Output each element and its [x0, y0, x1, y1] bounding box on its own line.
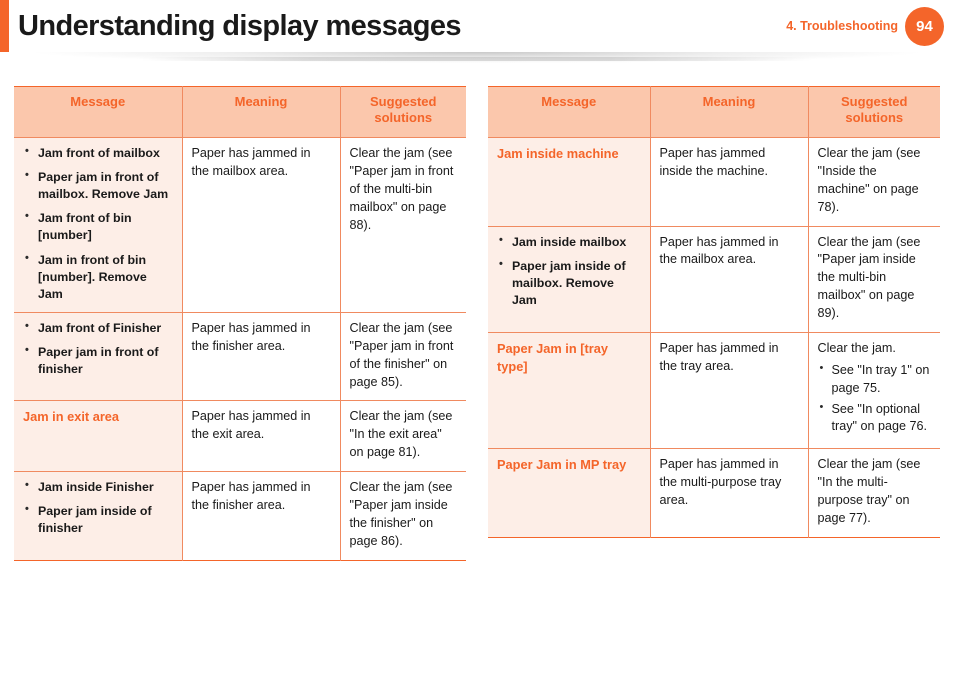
meaning-text: Paper has jammed in the multi-purpose tr…	[659, 457, 782, 507]
table-row: Jam inside Finisher Paper jam inside of …	[14, 471, 466, 560]
message-list: Jam inside mailbox Paper jam inside of m…	[497, 232, 641, 309]
solution-text: Clear the jam (see "In the multi-purpose…	[817, 457, 921, 525]
cell-meaning: Paper has jammed inside the machine.	[649, 137, 809, 227]
cell-solution: Clear the jam. See "In tray 1" on page 7…	[807, 332, 940, 450]
solution-text: Clear the jam (see "Paper jam inside the…	[349, 480, 453, 548]
cell-solution: Clear the jam (see "Paper jam in front o…	[339, 137, 466, 313]
list-item: See "In tray 1" on page 75.	[818, 361, 932, 398]
list-item: Paper jam inside of finisher	[23, 502, 173, 537]
meaning-text: Paper has jammed in the mailbox area.	[191, 146, 311, 178]
list-item: Paper jam inside of mailbox. Remove Jam	[497, 257, 641, 309]
message-text: Paper Jam in [tray type]	[497, 340, 608, 374]
solution-list: See "In tray 1" on page 75. See "In opti…	[818, 361, 932, 437]
list-item: Jam inside Finisher	[23, 478, 173, 496]
message-text: Paper Jam in MP tray	[497, 457, 627, 473]
list-item: See "In optional tray" on page 76.	[818, 400, 932, 437]
message-text: Jam inside machine	[497, 146, 619, 161]
table-row: Paper Jam in [tray type] Paper has jamme…	[488, 332, 940, 450]
cell-solution: Clear the jam (see "Inside the machine" …	[807, 137, 940, 227]
cell-meaning: Paper has jammed in the multi-purpose tr…	[649, 448, 809, 538]
display-messages-table-left: Message Meaning Suggested solutions Jam …	[14, 86, 466, 561]
solution-text: Clear the jam (see "Paper jam in front o…	[349, 320, 454, 389]
cell-message: Jam inside mailbox Paper jam inside of m…	[488, 226, 651, 333]
cell-meaning: Paper has jammed in the mailbox area.	[181, 137, 341, 313]
cell-meaning: Paper has jammed in the finisher area.	[181, 312, 341, 402]
message-list: Jam inside Finisher Paper jam inside of …	[23, 478, 173, 537]
table-row: Paper Jam in MP tray Paper has jammed in…	[488, 448, 940, 538]
cell-solution: Clear the jam (see "Paper jam in front o…	[339, 312, 466, 402]
cell-message: Jam front of Finisher Paper jam in front…	[14, 312, 183, 402]
column-header-solutions: Suggested solutions	[807, 86, 940, 138]
meaning-text: Paper has jammed in the mailbox area.	[659, 234, 779, 267]
solution-text: Clear the jam (see "Paper jam inside the…	[817, 234, 921, 321]
meaning-text: Paper has jammed in the tray area.	[659, 340, 779, 373]
cell-solution: Clear the jam (see "Paper jam inside the…	[339, 471, 466, 560]
list-item: Jam front of bin [number]	[23, 209, 173, 244]
solution-lead-text: Clear the jam.	[817, 340, 896, 355]
table-row: Jam in exit area Paper has jammed in the…	[14, 400, 466, 472]
solution-text: Clear the jam (see "Paper jam in front o…	[349, 146, 454, 232]
column-header-meaning: Meaning	[649, 86, 809, 138]
display-messages-table-right: Message Meaning Suggested solutions Jam …	[488, 86, 940, 538]
column-header-meaning: Meaning	[181, 86, 341, 138]
left-table-wrapper: Message Meaning Suggested solutions Jam …	[14, 86, 466, 561]
table-header-row: Message Meaning Suggested solutions	[488, 86, 940, 138]
meaning-text: Paper has jammed in the finisher area.	[191, 320, 311, 353]
cell-meaning: Paper has jammed in the finisher area.	[181, 471, 341, 560]
right-table-wrapper: Message Meaning Suggested solutions Jam …	[488, 86, 940, 538]
solution-text: Clear the jam (see "Inside the machine" …	[817, 146, 921, 214]
list-item: Jam front of mailbox	[23, 144, 173, 162]
chapter-label: 4. Troubleshooting	[786, 19, 898, 33]
message-text: Jam in exit area	[23, 409, 120, 425]
cell-message: Jam inside machine	[488, 137, 651, 227]
cell-meaning: Paper has jammed in the exit area.	[181, 400, 341, 472]
cell-message: Jam inside Finisher Paper jam inside of …	[14, 471, 183, 560]
column-header-message: Message	[488, 86, 651, 138]
column-header-message: Message	[14, 86, 183, 138]
left-accent-bar	[0, 0, 9, 52]
table-row: Jam front of Finisher Paper jam in front…	[14, 312, 466, 402]
message-list: Jam front of mailbox Paper jam in front …	[23, 144, 173, 303]
content-area: Message Meaning Suggested solutions Jam …	[0, 86, 954, 561]
cell-solution: Clear the jam (see "In the exit area" on…	[339, 400, 466, 472]
cell-solution: Clear the jam (see "In the multi-purpose…	[807, 448, 940, 538]
cell-meaning: Paper has jammed in the tray area.	[649, 332, 809, 450]
table-header-row: Message Meaning Suggested solutions	[14, 86, 466, 138]
cell-meaning: Paper has jammed in the mailbox area.	[649, 226, 809, 333]
page-number-badge: 94	[905, 6, 944, 46]
column-header-solutions: Suggested solutions	[339, 86, 466, 138]
list-item: Paper jam in front of mailbox. Remove Ja…	[23, 168, 173, 203]
page-title: Understanding display messages	[18, 9, 462, 42]
page-header: Understanding display messages 4. Troubl…	[0, 0, 954, 52]
cell-message: Paper Jam in MP tray	[488, 448, 651, 538]
list-item: Paper jam in front of finisher	[23, 343, 173, 378]
cell-message: Paper Jam in [tray type]	[488, 332, 651, 450]
table-row: Jam inside machine Paper has jammed insi…	[488, 137, 940, 227]
header-right-group: 4. Troubleshooting 94	[786, 0, 944, 52]
list-item: Jam in front of bin [number]. Remove Jam	[23, 251, 173, 303]
solution-text: Clear the jam (see "In the exit area" on…	[349, 409, 453, 460]
table-row: Jam front of mailbox Paper jam in front …	[14, 137, 466, 313]
meaning-text: Paper has jammed inside the machine.	[659, 146, 769, 178]
cell-message: Jam front of mailbox Paper jam in front …	[14, 137, 183, 313]
header-divider-shadow	[12, 52, 942, 66]
meaning-text: Paper has jammed in the exit area.	[191, 409, 311, 442]
list-item: Jam inside mailbox	[497, 232, 641, 251]
table-row: Jam inside mailbox Paper jam inside of m…	[488, 226, 940, 333]
list-item: Jam front of Finisher	[23, 319, 173, 337]
meaning-text: Paper has jammed in the finisher area.	[191, 480, 311, 512]
cell-solution: Clear the jam (see "Paper jam inside the…	[807, 226, 940, 333]
message-list: Jam front of Finisher Paper jam in front…	[23, 319, 173, 378]
cell-message: Jam in exit area	[14, 400, 183, 472]
